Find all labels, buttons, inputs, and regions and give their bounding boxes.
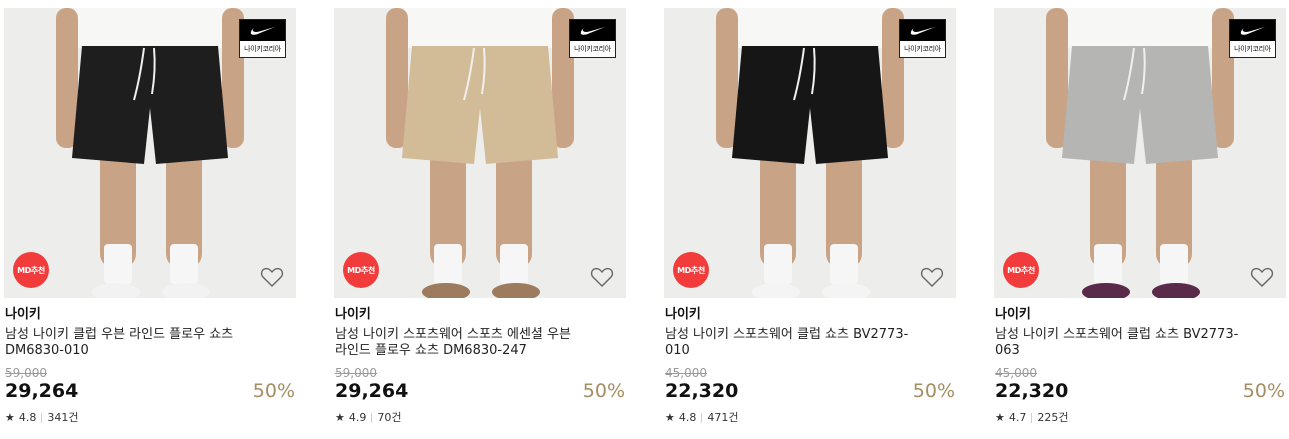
brand-badge-label: 나이키코리아 <box>574 45 611 53</box>
rating-value: 4.8 <box>678 411 697 424</box>
original-price: 59,000 <box>335 366 377 380</box>
star-icon: ★ <box>5 411 15 424</box>
rating-value: 4.8 <box>18 411 37 424</box>
brand-badge: 나이키코리아 <box>899 19 946 58</box>
md-badge: MD추천 <box>13 252 49 288</box>
product-image[interactable]: 나이키코리아 MD추천 <box>334 8 626 298</box>
review-count: 70건 <box>377 411 402 424</box>
divider <box>41 413 43 423</box>
rating-row: ★ 4.9 70건 <box>335 411 402 425</box>
sale-price: 29,264 <box>5 380 79 402</box>
brand-badge-label: 나이키코리아 <box>244 45 281 53</box>
divider <box>371 413 373 423</box>
original-price: 45,000 <box>665 366 707 380</box>
product-card[interactable]: 나이키코리아 MD추천 나이키 남성 나이키 클럽 우븐 라인드 플로우 쇼츠 … <box>4 8 296 436</box>
md-badge: MD추천 <box>343 252 379 288</box>
product-image[interactable]: 나이키코리아 MD추천 <box>664 8 956 298</box>
swoosh-icon <box>910 26 935 35</box>
divider <box>1031 413 1033 423</box>
product-title[interactable]: 남성 나이키 스포츠웨어 클럽 쇼츠 BV2773-010 <box>665 327 915 359</box>
review-count: 225건 <box>1037 411 1069 424</box>
brand-badge-label: 나이키코리아 <box>1234 45 1271 53</box>
original-price: 59,000 <box>5 366 47 380</box>
product-card[interactable]: 나이키코리아 MD추천 나이키 남성 나이키 스포츠웨어 스포츠 에센셜 우븐 … <box>334 8 626 436</box>
discount-rate: 50% <box>582 380 625 402</box>
rating-value: 4.9 <box>348 411 367 424</box>
rating-row: ★ 4.7 225건 <box>995 411 1069 425</box>
rating-value: 4.7 <box>1008 411 1027 424</box>
brand-badge: 나이키코리아 <box>1229 19 1276 58</box>
brand-name[interactable]: 나이키 <box>995 307 1031 323</box>
product-card[interactable]: 나이키코리아 MD추천 나이키 남성 나이키 스포츠웨어 클럽 쇼츠 BV277… <box>994 8 1286 436</box>
rating-row: ★ 4.8 341건 <box>5 411 79 425</box>
sale-price: 22,320 <box>995 380 1069 402</box>
sale-price: 22,320 <box>665 380 739 402</box>
review-count: 471건 <box>707 411 739 424</box>
heart-icon[interactable] <box>920 266 944 288</box>
product-title[interactable]: 남성 나이키 스포츠웨어 스포츠 에센셜 우븐 라인드 플로우 쇼츠 DM683… <box>335 327 585 359</box>
discount-rate: 50% <box>912 380 955 402</box>
sale-price: 29,264 <box>335 380 409 402</box>
md-badge: MD추천 <box>673 252 709 288</box>
brand-name[interactable]: 나이키 <box>5 307 41 323</box>
heart-icon[interactable] <box>590 266 614 288</box>
star-icon: ★ <box>335 411 345 424</box>
original-price: 45,000 <box>995 366 1037 380</box>
brand-badge: 나이키코리아 <box>239 19 286 58</box>
brand-name[interactable]: 나이키 <box>665 307 701 323</box>
heart-icon[interactable] <box>260 266 284 288</box>
product-image[interactable]: 나이키코리아 MD추천 <box>4 8 296 298</box>
heart-icon[interactable] <box>1250 266 1274 288</box>
product-title[interactable]: 남성 나이키 스포츠웨어 클럽 쇼츠 BV2773-063 <box>995 327 1245 359</box>
product-title[interactable]: 남성 나이키 클럽 우븐 라인드 플로우 쇼츠 DM6830-010 <box>5 327 255 359</box>
brand-badge: 나이키코리아 <box>569 19 616 58</box>
review-count: 341건 <box>47 411 79 424</box>
swoosh-icon <box>1240 26 1265 35</box>
swoosh-icon <box>250 26 275 35</box>
discount-rate: 50% <box>252 380 295 402</box>
swoosh-icon <box>580 26 605 35</box>
brand-name[interactable]: 나이키 <box>335 307 371 323</box>
rating-row: ★ 4.8 471건 <box>665 411 739 425</box>
discount-rate: 50% <box>1242 380 1285 402</box>
brand-badge-label: 나이키코리아 <box>904 45 941 53</box>
star-icon: ★ <box>665 411 675 424</box>
md-badge: MD추천 <box>1003 252 1039 288</box>
product-image[interactable]: 나이키코리아 MD추천 <box>994 8 1286 298</box>
star-icon: ★ <box>995 411 1005 424</box>
product-card[interactable]: 나이키코리아 MD추천 나이키 남성 나이키 스포츠웨어 클럽 쇼츠 BV277… <box>664 8 956 436</box>
divider <box>701 413 703 423</box>
